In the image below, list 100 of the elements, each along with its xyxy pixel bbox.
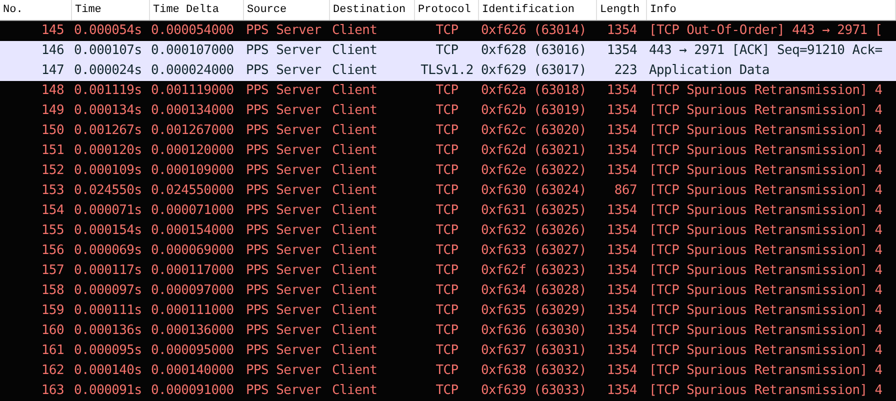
table-cell-text: 443 → 2971 [ACK] Seq=91210 Ack= bbox=[649, 42, 882, 60]
table-cell-text: [TCP Spurious Retransmission] 4 bbox=[649, 362, 882, 380]
table-cell-text: 0xf636 (63030) bbox=[481, 322, 586, 340]
table-cell-text: 0xf628 (63016) bbox=[481, 42, 586, 60]
table-cell-text: 0.000095s bbox=[74, 342, 142, 360]
table-cell-text: PPS Server bbox=[246, 362, 322, 380]
table-cell-text: 162 bbox=[41, 362, 64, 380]
table-cell-text: [TCP Spurious Retransmission] 4 bbox=[649, 342, 882, 360]
column-header[interactable]: Time Delta bbox=[150, 0, 244, 20]
table-cell-text: [TCP Spurious Retransmission] 4 bbox=[649, 322, 882, 340]
table-cell-text: PPS Server bbox=[246, 342, 322, 360]
table-cell-text: PPS Server bbox=[246, 162, 322, 180]
table-cell-text: 156 bbox=[41, 242, 64, 260]
packet-row[interactable]: 162 0.000140s 0.000140000 PPS Server Client TCP 0xf638 (63032) 1354 [TCP Spurious Retransmission] 4 bbox=[0, 361, 896, 381]
table-cell-text: Client bbox=[332, 182, 378, 200]
packet-row[interactable]: 158 0.000097s 0.000097000 PPS Server Client TCP 0xf634 (63028) 1354 [TCP Spurious Retransmission] 4 bbox=[0, 281, 896, 301]
table-cell-text: TCP bbox=[436, 122, 458, 140]
table-cell-text: PPS Server bbox=[246, 322, 322, 340]
table-cell-text: 153 bbox=[41, 182, 64, 200]
table-cell-text: Client bbox=[332, 82, 378, 100]
column-header[interactable]: Source bbox=[244, 0, 330, 20]
table-cell-text: [TCP Spurious Retransmission] 4 bbox=[649, 302, 882, 320]
table-cell-text: 1354 bbox=[606, 82, 637, 100]
table-cell-text: 0.000107s bbox=[74, 42, 142, 60]
column-header[interactable]: No. bbox=[0, 0, 72, 20]
table-cell-text: Client bbox=[332, 222, 378, 240]
table-cell-text: 0.000111s bbox=[74, 302, 142, 320]
table-cell-text: 0xf629 (63017) bbox=[481, 62, 586, 80]
table-cell-text: Client bbox=[332, 162, 378, 180]
packet-row[interactable]: 163 0.000091s 0.000091000 PPS Server Client TCP 0xf639 (63033) 1354 [TCP Spurious Retransmission] 4 bbox=[0, 381, 896, 401]
table-cell-text: TCP bbox=[436, 342, 458, 360]
column-header[interactable]: Protocol bbox=[415, 0, 479, 20]
table-cell-text: Client bbox=[332, 42, 378, 60]
packet-row[interactable]: 146 0.000107s 0.000107000 PPS Server Client TCP 0xf628 (63016) 1354 443 → 2971 [ACK] Seq=91210 Ack= bbox=[0, 41, 896, 61]
table-cell-text: 0.000136s bbox=[74, 322, 142, 340]
packet-row[interactable]: 152 0.000109s 0.000109000 PPS Server Client TCP 0xf62e (63022) 1354 [TCP Spurious Retransmission] 4 bbox=[0, 161, 896, 181]
packet-row[interactable]: 157 0.000117s 0.000117000 PPS Server Client TCP 0xf62f (63023) 1354 [TCP Spurious Retransmission] 4 bbox=[0, 261, 896, 281]
packet-row[interactable]: 154 0.000071s 0.000071000 PPS Server Client TCP 0xf631 (63025) 1354 [TCP Spurious Retransmission] 4 bbox=[0, 201, 896, 221]
table-cell-text: Client bbox=[332, 102, 378, 120]
packet-row[interactable]: 150 0.001267s 0.001267000 PPS Server Client TCP 0xf62c (63020) 1354 [TCP Spurious Retransmission] 4 bbox=[0, 121, 896, 141]
table-cell-text: 0xf632 (63026) bbox=[481, 222, 586, 240]
table-cell-text: Client bbox=[332, 142, 378, 160]
table-cell-text: TCP bbox=[436, 82, 458, 100]
packet-row[interactable]: 151 0.000120s 0.000120000 PPS Server Client TCP 0xf62d (63021) 1354 [TCP Spurious Retransmission] 4 bbox=[0, 141, 896, 161]
table-cell-text: 0.000024s bbox=[74, 62, 142, 80]
table-cell-text: 0.000120000 bbox=[151, 142, 234, 160]
table-cell-text: 0.000117000 bbox=[151, 262, 234, 280]
column-header[interactable]: Length bbox=[597, 0, 647, 20]
table-cell-text: 0xf62e (63022) bbox=[481, 162, 586, 180]
packet-row[interactable]: 149 0.000134s 0.000134000 PPS Server Client TCP 0xf62b (63019) 1354 [TCP Spurious Retransmission] 4 bbox=[0, 101, 896, 121]
table-cell-text: 0.000054s bbox=[74, 22, 142, 40]
table-cell-text: 147 bbox=[41, 62, 64, 80]
column-header[interactable]: Destination bbox=[330, 0, 415, 20]
packet-row[interactable]: 160 0.000136s 0.000136000 PPS Server Client TCP 0xf636 (63030) 1354 [TCP Spurious Retransmission] 4 bbox=[0, 321, 896, 341]
table-cell-text: TCP bbox=[436, 302, 458, 320]
packet-row[interactable]: 153 0.024550s 0.024550000 PPS Server Client TCP 0xf630 (63024) 867 [TCP Spurious Retransmission] 4 bbox=[0, 181, 896, 201]
table-cell-text: 145 bbox=[41, 22, 64, 40]
table-cell-text: 0.000107000 bbox=[151, 42, 234, 60]
table-cell-text: TCP bbox=[436, 382, 458, 400]
table-cell-text: PPS Server bbox=[246, 242, 322, 260]
table-cell-text: TCP bbox=[436, 262, 458, 280]
table-cell-text: 0xf637 (63031) bbox=[481, 342, 586, 360]
table-cell-text: 0.000071s bbox=[74, 202, 142, 220]
table-cell-text: 0xf635 (63029) bbox=[481, 302, 586, 320]
table-cell-text: 146 bbox=[41, 42, 64, 60]
table-cell-text: 0.000054000 bbox=[151, 22, 234, 40]
table-cell-text: 1354 bbox=[606, 262, 637, 280]
table-cell-text: [TCP Spurious Retransmission] 4 bbox=[649, 142, 882, 160]
table-cell-text: 1354 bbox=[606, 282, 637, 300]
table-cell-text: PPS Server bbox=[246, 202, 322, 220]
table-cell-text: 0.000140s bbox=[74, 362, 142, 380]
packet-row[interactable]: 161 0.000095s 0.000095000 PPS Server Client TCP 0xf637 (63031) 1354 [TCP Spurious Retransmission] 4 bbox=[0, 341, 896, 361]
table-cell-text: TCP bbox=[436, 142, 458, 160]
packet-row[interactable]: 159 0.000111s 0.000111000 PPS Server Client TCP 0xf635 (63029) 1354 [TCP Spurious Retransmission] 4 bbox=[0, 301, 896, 321]
column-header[interactable]: Time bbox=[72, 0, 150, 20]
table-cell-text: 0.001119000 bbox=[151, 82, 234, 100]
table-cell-text: 150 bbox=[41, 122, 64, 140]
table-cell-text: TLSv1.2 bbox=[420, 62, 474, 80]
table-cell-text: PPS Server bbox=[246, 222, 322, 240]
table-cell-text: 0.000154s bbox=[74, 222, 142, 240]
table-cell-text: Client bbox=[332, 242, 378, 260]
packet-row[interactable]: 156 0.000069s 0.000069000 PPS Server Client TCP 0xf633 (63027) 1354 [TCP Spurious Retransmission] 4 bbox=[0, 241, 896, 261]
packet-row[interactable]: 147 0.000024s 0.000024000 PPS Server Client TLSv1.2 0xf629 (63017) 223 Application Data bbox=[0, 61, 896, 81]
table-cell-text: 0.000091s bbox=[74, 382, 142, 400]
table-cell-text: TCP bbox=[436, 162, 458, 180]
table-cell-text: PPS Server bbox=[246, 102, 322, 120]
table-cell-text: 0.024550000 bbox=[151, 182, 234, 200]
packet-row[interactable]: 145 0.000054s 0.000054000 PPS Server Client TCP 0xf626 (63014) 1354 [TCP Out-Of-Order] 443 → 2971 [ bbox=[0, 21, 896, 41]
table-cell-text: PPS Server bbox=[246, 42, 322, 60]
table-cell-text: TCP bbox=[436, 322, 458, 340]
column-header[interactable]: Info bbox=[647, 0, 896, 20]
table-cell-text: 0.000109s bbox=[74, 162, 142, 180]
table-cell-text: 160 bbox=[41, 322, 64, 340]
packet-row[interactable]: 148 0.001119s 0.001119000 PPS Server Client TCP 0xf62a (63018) 1354 [TCP Spurious Retransmission] 4 bbox=[0, 81, 896, 101]
table-cell-text: 0xf631 (63025) bbox=[481, 202, 586, 220]
table-cell-text: 0.000134000 bbox=[151, 102, 234, 120]
column-header[interactable]: Identification bbox=[479, 0, 597, 20]
table-cell-text: 0.000024000 bbox=[151, 62, 234, 80]
packet-row[interactable]: 155 0.000154s 0.000154000 PPS Server Client TCP 0xf632 (63026) 1354 [TCP Spurious Retransmission] 4 bbox=[0, 221, 896, 241]
table-cell-text: 152 bbox=[41, 162, 64, 180]
